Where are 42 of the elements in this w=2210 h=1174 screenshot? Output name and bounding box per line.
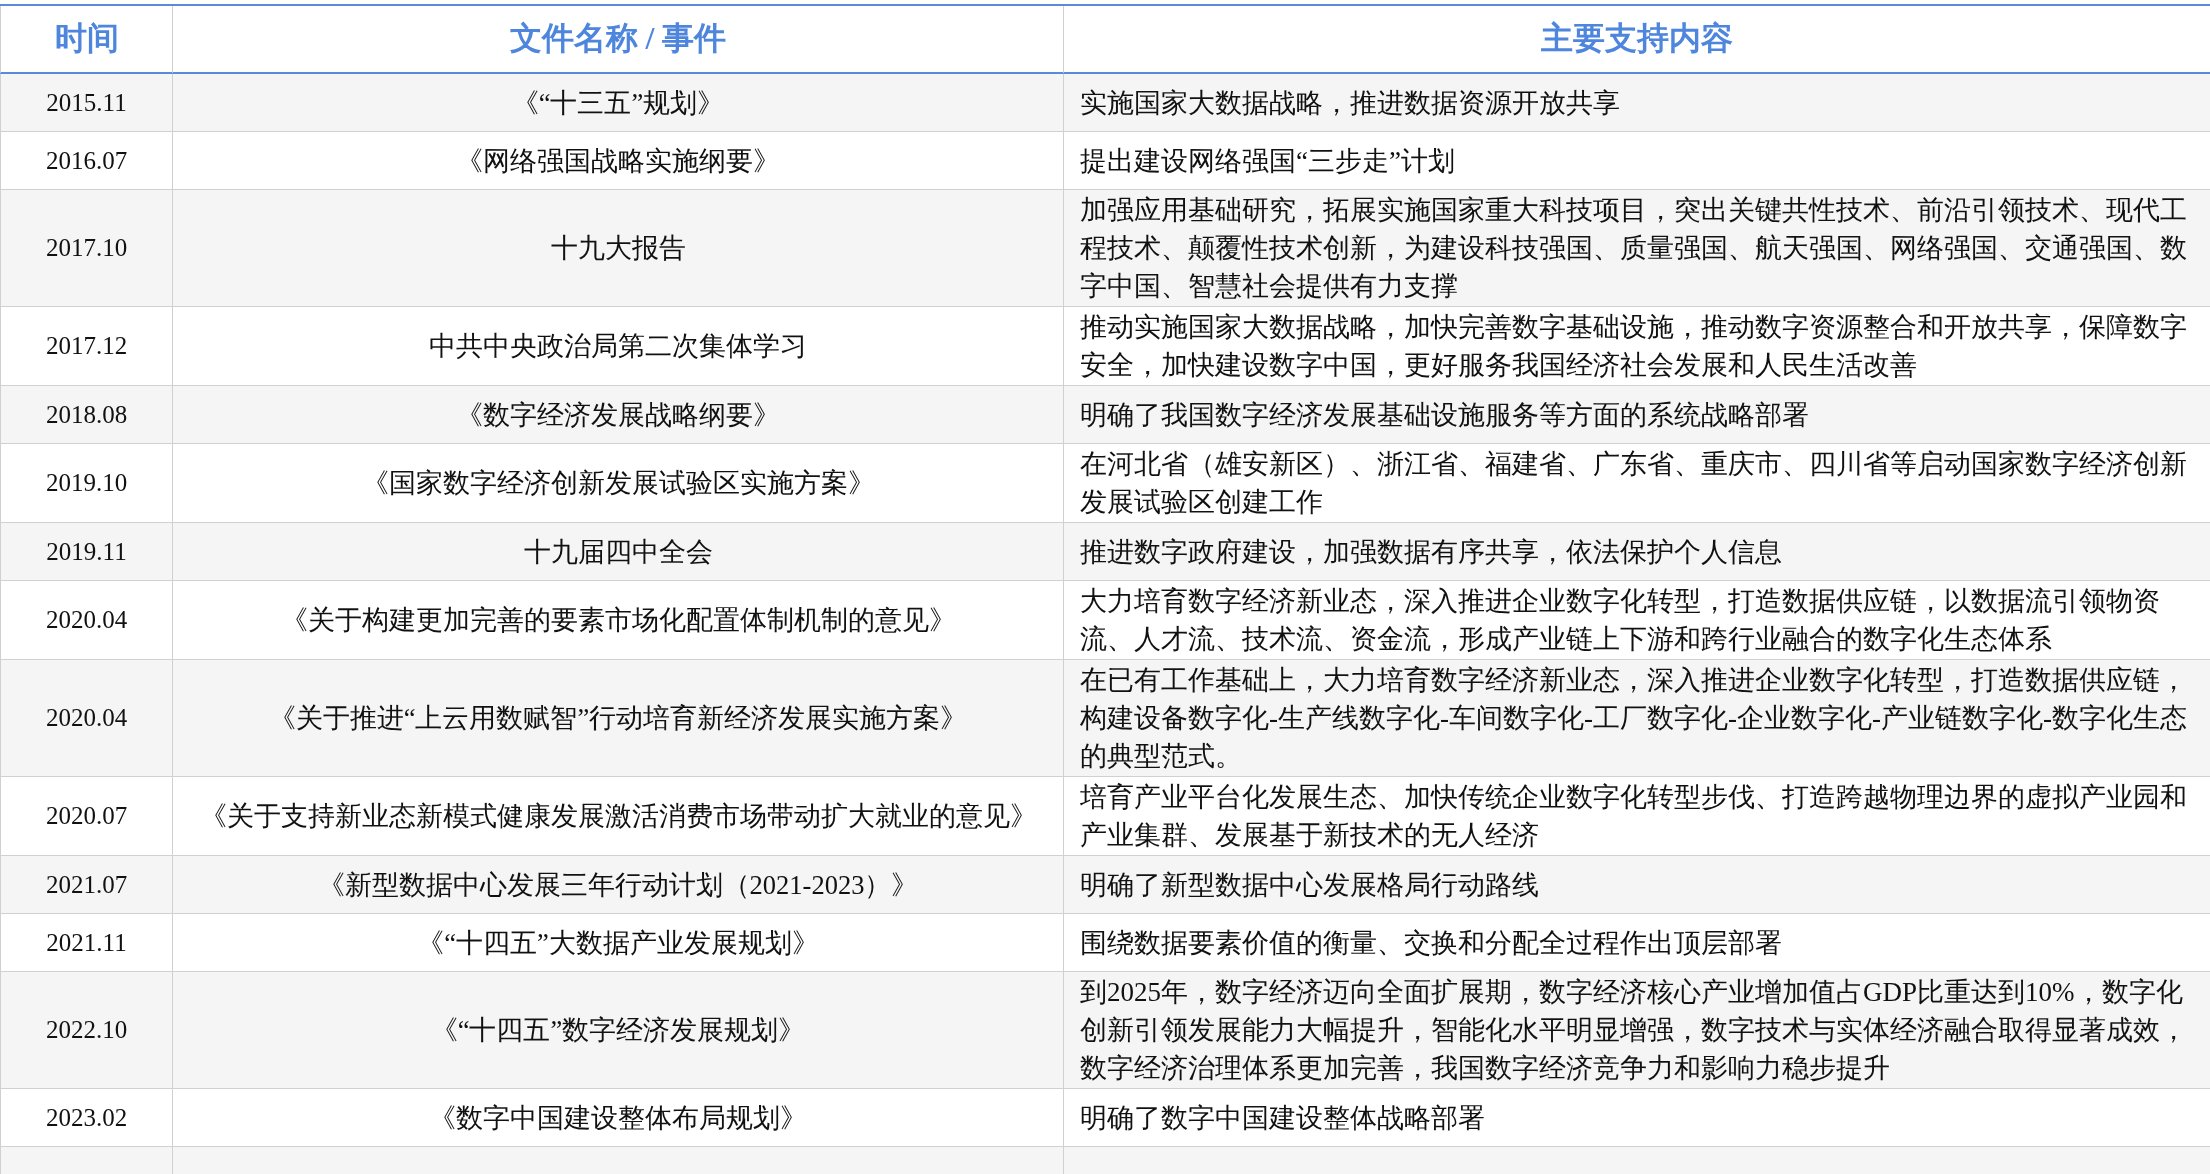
table-cell: 2023.02 [0, 1089, 172, 1147]
table-cell: 2022.10 [0, 972, 172, 1089]
table-cell: 明确了新型数据中心发展格局行动路线 [1063, 856, 2210, 914]
table-cell: 2020.04 [0, 660, 172, 777]
table-cell: 《数字中国建设整体布局规划》 [172, 1089, 1063, 1147]
table-cell: 《网络强国战略实施纲要》 [172, 132, 1063, 190]
table-cell: 提出建设网络强国“三步走”计划 [1063, 132, 2210, 190]
table-cell: 《“十三五”规划》 [172, 74, 1063, 132]
table-cell: 推进数字政府建设，加强数据有序共享，依法保护个人信息 [1063, 523, 2210, 581]
table-cell: 2019.10 [0, 444, 172, 523]
table-cell: 2018.08 [0, 386, 172, 444]
table-cell: 2021.07 [0, 856, 172, 914]
table-cell: 2020.04 [0, 581, 172, 660]
table-cell: 2021.11 [0, 914, 172, 972]
table-cell: 《国家数字经济创新发展试验区实施方案》 [172, 444, 1063, 523]
table-cell: 培育产业平台化发展生态、加快传统企业数字化转型步伐、打造跨越物理边界的虚拟产业园和产业集群、发展基于新技术的无人经济 [1063, 777, 2210, 856]
table-cell: 明确了我国数字经济发展基础设施服务等方面的系统战略部署 [1063, 386, 2210, 444]
table-cell: 2020.07 [0, 777, 172, 856]
table-cell: 十九大报告 [172, 190, 1063, 307]
table-cell: 《新型数据中心发展三年行动计划（2021-2023）》 [172, 856, 1063, 914]
table-cell: 中共中央政治局第二次集体学习 [172, 307, 1063, 386]
table-cell: 《关于支持新业态新模式健康发展激活消费市场带动扩大就业的意见》 [172, 777, 1063, 856]
table-cell: 加强应用基础研究，拓展实施国家重大科技项目，突出关键共性技术、前沿引领技术、现代工程技术、颠覆性技术创新，为建设科技强国、质量强国、航天强国、网络强国、交通强国、数字中国、智慧社会提供有力支撑 [1063, 190, 2210, 307]
table-cell: 2016.07 [0, 132, 172, 190]
table-cell: 推动实施国家大数据战略，加快完善数字基础设施，推动数字资源整合和开放共享，保障数字安全，加快建设数字中国，更好服务我国经济社会发展和人民生活改善 [1063, 307, 2210, 386]
table-cell: 《数字经济发展战略纲要》 [172, 386, 1063, 444]
table-cell: 《“十四五”数字经济发展规划》 [172, 972, 1063, 1089]
table-cell: 在河北省（雄安新区）、浙江省、福建省、广东省、重庆市、四川省等启动国家数字经济创新发展试验区创建工作 [1063, 444, 2210, 523]
table-cell: 《关于构建更加完善的要素市场化配置体制机制的意见》 [172, 581, 1063, 660]
table-cell: 大力培育数字经济新业态，深入推进企业数字化转型，打造数据供应链，以数据流引领物资流、人才流、技术流、资金流，形成产业链上下游和跨行业融合的数字化生态体系 [1063, 581, 2210, 660]
table-cell: 围绕数据要素价值的衡量、交换和分配全过程作出顶层部署 [1063, 914, 2210, 972]
table-cell: 明确了数字中国建设整体战略部署 [1063, 1089, 2210, 1147]
table-cell: 2017.12 [0, 307, 172, 386]
table-cell: 2017.10 [0, 190, 172, 307]
table-cell: 到2025年，数字经济迈向全面扩展期，数字经济核心产业增加值占GDP比重达到10%，数字化创新引领发展能力大幅提升，智能化水平明显增强，数字技术与实体经济融合取得显著成效，数字经济治理体系更加完善，我国数字经济竞争力和影响力稳步提升 [1063, 972, 2210, 1089]
table-cell: 十九届四中全会 [172, 523, 1063, 581]
table-cell: 2019.11 [0, 523, 172, 581]
table-cell: 《关于推进“上云用数赋智”行动培育新经济发展实施方案》 [172, 660, 1063, 777]
table-cell: 2015.11 [0, 74, 172, 132]
table-cell: 实施国家大数据战略，推进数据资源开放共享 [1063, 74, 2210, 132]
table-cell: 《“十四五”大数据产业发展规划》 [172, 914, 1063, 972]
table-cell: 在已有工作基础上，大力培育数字经济新业态，深入推进企业数字化转型，打造数据供应链，构建设备数字化-生产线数字化-车间数字化-工厂数字化-企业数字化-产业链数字化-数字化生态的典型范式。 [1063, 660, 2210, 777]
